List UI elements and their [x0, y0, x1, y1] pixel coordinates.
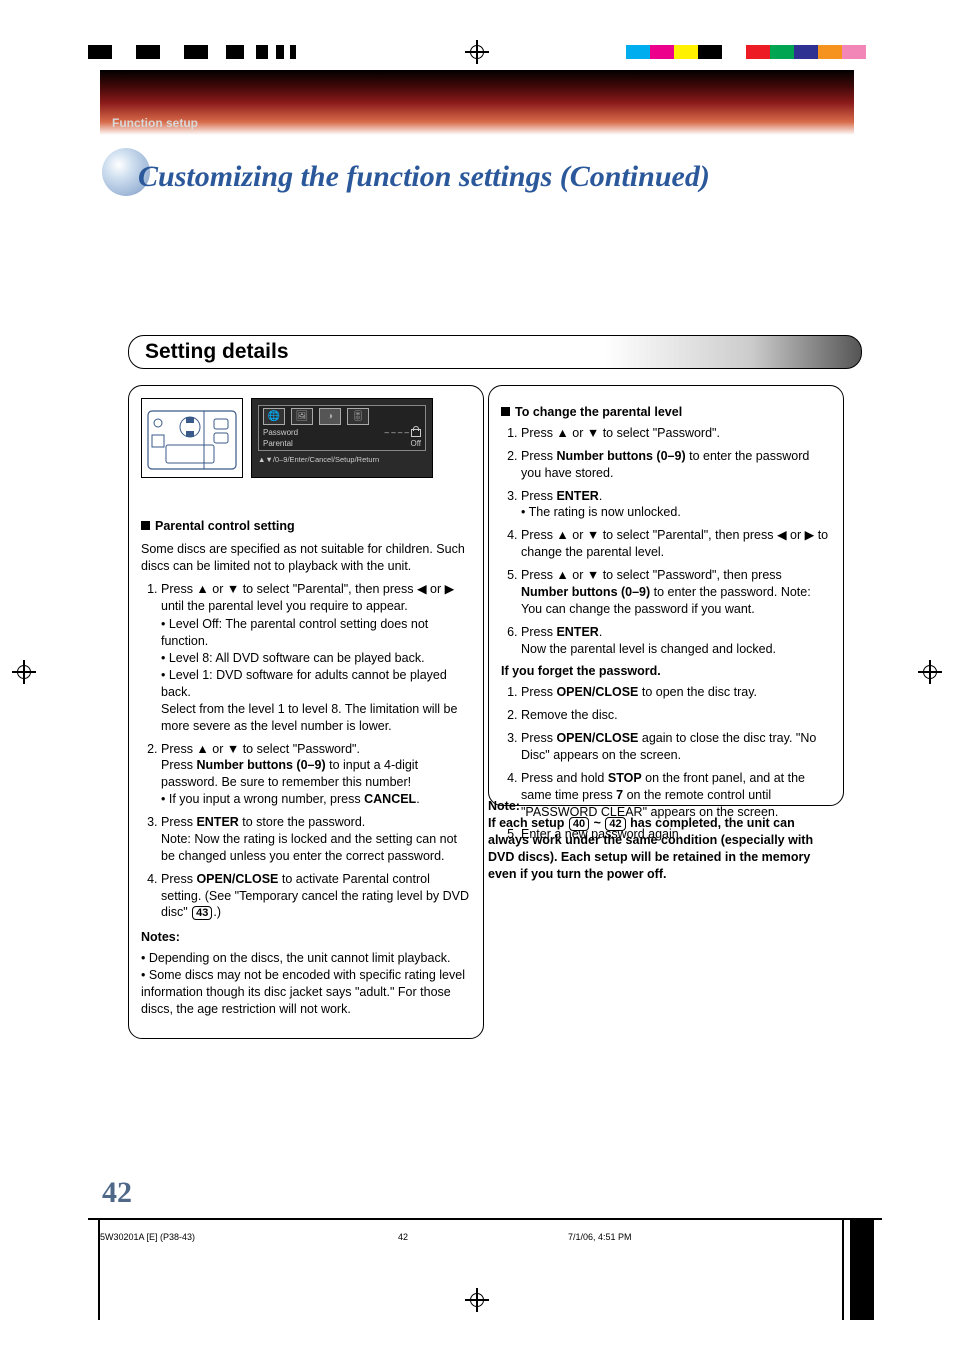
- step-2: Press ▲ or ▼ to select "Password". Press…: [161, 741, 471, 809]
- crosshair-bottom-icon: [465, 1288, 489, 1312]
- footer-right: 7/1/06, 4:51 PM: [568, 1232, 632, 1242]
- black-blocks: [88, 45, 296, 59]
- forget-heading: If you forget the password.: [501, 664, 661, 678]
- parental-steps: Press ▲ or ▼ to select "Parental", then …: [141, 581, 471, 922]
- step-3: Press ENTER to store the password. Note:…: [161, 814, 471, 865]
- footer-left: 5W30201A [E] (P38-43): [100, 1232, 195, 1242]
- osd-hint: ▲▼/0–9/Enter/Cancel/Setup/Return: [258, 455, 426, 465]
- change-steps: Press ▲ or ▼ to select "Password". Press…: [501, 425, 831, 658]
- remote-illustration: [141, 398, 243, 478]
- color-blocks: [626, 45, 866, 59]
- cstep-1: Press ▲ or ▼ to select "Password".: [521, 425, 831, 442]
- cstep-2: Press Number buttons (0–9) to enter the …: [521, 448, 831, 482]
- notes-list: • Depending on the discs, the unit canno…: [141, 950, 471, 1018]
- outer-note: Note: If each setup 40 ~ 42 has complete…: [488, 798, 832, 882]
- lock-icon: [411, 429, 421, 437]
- header-gradient: [100, 70, 854, 135]
- osd-value-password: – – – –: [385, 428, 409, 437]
- osd-inner: 🌐 🖼 ◑ 🎚 Password – – – – Parental Off: [258, 405, 426, 451]
- page-ref: 43: [192, 906, 212, 920]
- crosshair-left-icon: [12, 660, 36, 684]
- trim-mark-icon: [842, 1220, 874, 1320]
- step-4: Press OPEN/CLOSE to activate Parental co…: [161, 871, 471, 922]
- left-panel: 🌐 🖼 ◑ 🎚 Password – – – – Parental Off ▲▼…: [128, 385, 484, 1039]
- subheading-change: To change the parental level: [501, 404, 831, 421]
- cstep-6: Press ENTER.Now the parental level is ch…: [521, 624, 831, 658]
- osd-label-password: Password: [263, 428, 298, 439]
- parental-intro: Some discs are specified as not suitable…: [141, 541, 471, 575]
- osd-tab-icon: 🖼: [291, 408, 313, 425]
- osd-screen: 🌐 🖼 ◑ 🎚 Password – – – – Parental Off ▲▼…: [251, 398, 433, 478]
- section-header-text: Setting details: [145, 340, 289, 363]
- osd-tab-icon: 🌐: [263, 408, 285, 425]
- crosshair-right-icon: [918, 660, 942, 684]
- cstep-3: Press ENTER.• The rating is now unlocked…: [521, 488, 831, 522]
- osd-value-parental: Off: [410, 439, 421, 450]
- subheading-parental: Parental control setting: [141, 518, 471, 535]
- page-title: Customizing the function settings (Conti…: [138, 160, 710, 194]
- page-ref: 42: [605, 817, 625, 831]
- right-panel: To change the parental level Press ▲ or …: [488, 385, 844, 806]
- osd-label-parental: Parental: [263, 439, 293, 450]
- notes-heading: Notes:: [141, 930, 180, 944]
- page-number: 42: [102, 1176, 132, 1210]
- cstep-4: Press ▲ or ▼ to select "Parental", then …: [521, 527, 831, 561]
- step-1: Press ▲ or ▼ to select "Parental", then …: [161, 581, 471, 735]
- page: Function setup Customizing the function …: [0, 0, 954, 1351]
- osd-tab-icon: ◑: [319, 408, 341, 425]
- crosshair-top-icon: [465, 40, 489, 64]
- footer-center: 42: [398, 1232, 408, 1242]
- trim-mark-icon: [98, 1220, 100, 1320]
- breadcrumb: Function setup: [112, 116, 198, 130]
- osd-tab-icon: 🎚: [347, 408, 369, 425]
- cstep-5: Press ▲ or ▼ to select "Password", then …: [521, 567, 831, 618]
- section-header: Setting details: [128, 335, 862, 369]
- registration-marks: [0, 45, 954, 65]
- note-label: Note:: [488, 799, 520, 813]
- page-ref: 40: [569, 817, 589, 831]
